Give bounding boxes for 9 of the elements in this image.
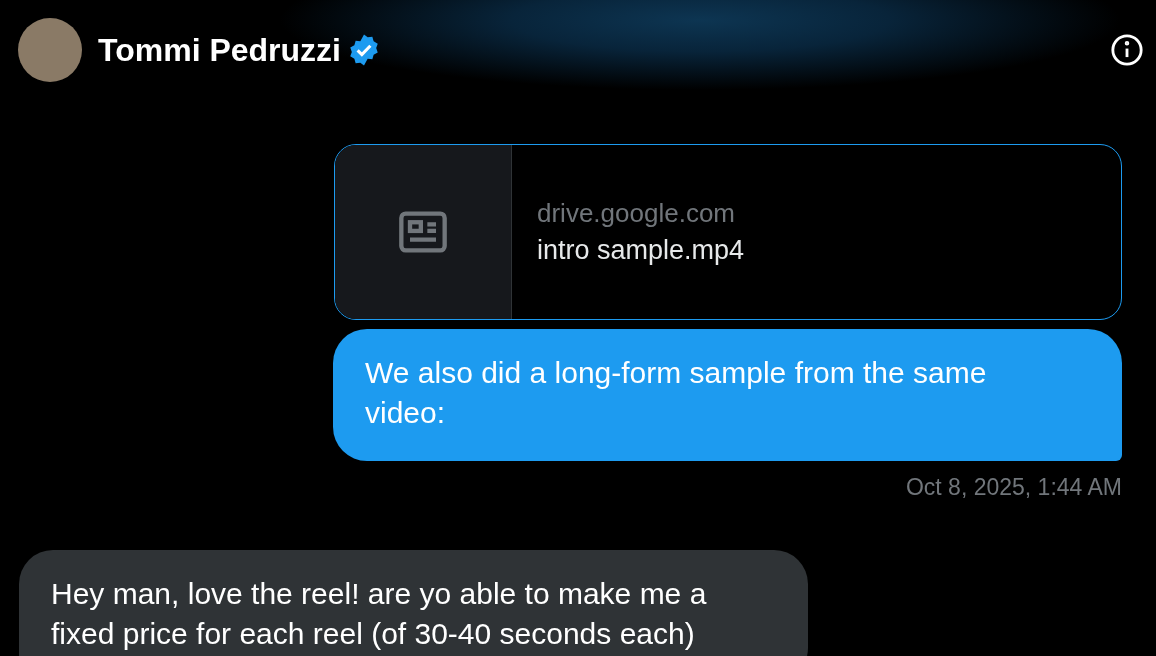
article-icon — [397, 209, 449, 255]
link-domain: drive.google.com — [537, 198, 736, 229]
link-title: intro sample.mp4 — [537, 235, 745, 266]
message-bubble: We also did a long-form sample from the same video: — [333, 329, 1122, 461]
contact-name: Tommi Pedruzzi — [98, 31, 341, 69]
info-icon[interactable] — [1110, 33, 1144, 67]
message-bubble: Hey man, love the reel! are yo able to make me a fixed price for each reel (of 30-40 seconds each) — [19, 550, 808, 656]
message-timestamp: Oct 8, 2025, 1:44 AM — [905, 474, 1122, 501]
link-card[interactable]: drive.google.com intro sample.mp4 — [334, 144, 1122, 320]
